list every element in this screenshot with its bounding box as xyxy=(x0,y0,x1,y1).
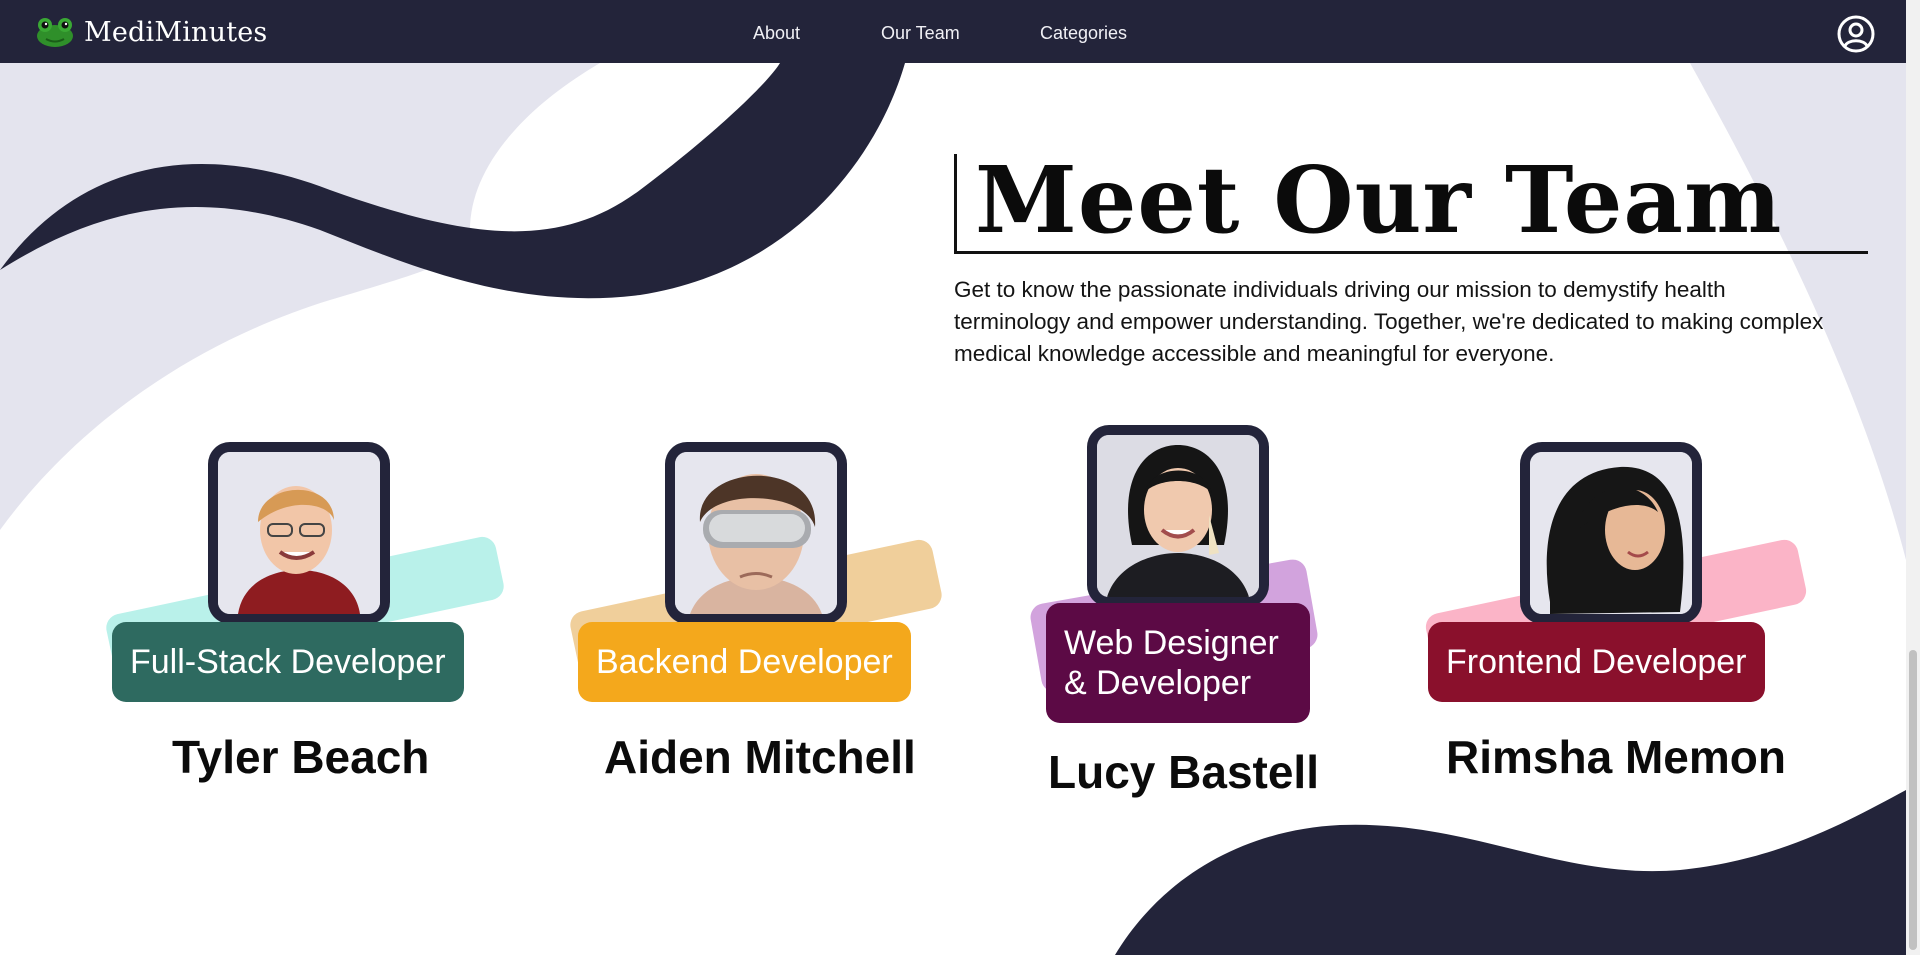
member-photo xyxy=(675,452,837,614)
nav-link-categories[interactable]: Categories xyxy=(1040,23,1127,44)
role-line-1: Web Designer xyxy=(1064,624,1279,662)
role-badge: Backend Developer xyxy=(578,622,911,702)
member-name: Lucy Bastell xyxy=(1048,746,1319,798)
role-badge: Web Designer & Developer xyxy=(1046,603,1310,723)
brand-home-link[interactable]: MediMinutes xyxy=(34,10,268,54)
member-photo xyxy=(218,452,380,614)
portrait-icon xyxy=(218,452,380,614)
nav-link-our-team[interactable]: Our Team xyxy=(881,23,960,44)
user-circle-icon[interactable] xyxy=(1836,14,1876,54)
portrait-icon xyxy=(1530,452,1692,614)
member-photo-frame xyxy=(1520,442,1702,624)
team-intro-text: Get to know the passionate individuals d… xyxy=(954,277,1824,366)
nav-link-about[interactable]: About xyxy=(753,23,800,44)
member-photo-frame xyxy=(665,442,847,624)
member-name: Rimsha Memon xyxy=(1446,731,1786,783)
team-member-card: Full-Stack Developer Tyler Beach xyxy=(100,440,520,860)
frog-logo-icon xyxy=(37,18,73,47)
team-member-card: Frontend Developer Rimsha Memon xyxy=(1420,440,1840,860)
role-badge: Full-Stack Developer xyxy=(112,622,464,702)
page-title: Meet Our Team xyxy=(975,146,1783,254)
portrait-icon xyxy=(1097,435,1259,597)
member-name: Aiden Mitchell xyxy=(604,731,916,783)
member-photo xyxy=(1097,435,1259,597)
page-scrollbar[interactable] xyxy=(1906,0,1920,955)
team-member-card: Backend Developer Aiden Mitchell xyxy=(565,440,985,860)
top-navbar: MediMinutes About Our Team Categories xyxy=(0,0,1906,63)
brand-name: MediMinutes xyxy=(84,16,268,48)
role-line-2: & Developer xyxy=(1064,664,1252,702)
member-photo-frame xyxy=(1087,425,1269,607)
member-name: Tyler Beach xyxy=(172,731,430,783)
team-member-card: Web Designer & Developer Lucy Bastell xyxy=(1028,425,1450,845)
scrollbar-thumb[interactable] xyxy=(1909,650,1917,950)
portrait-icon xyxy=(675,452,837,614)
member-photo xyxy=(1530,452,1692,614)
role-badge: Frontend Developer xyxy=(1428,622,1765,702)
member-photo-frame xyxy=(208,442,390,624)
heading-frame: Meet Our Team xyxy=(954,146,1868,254)
